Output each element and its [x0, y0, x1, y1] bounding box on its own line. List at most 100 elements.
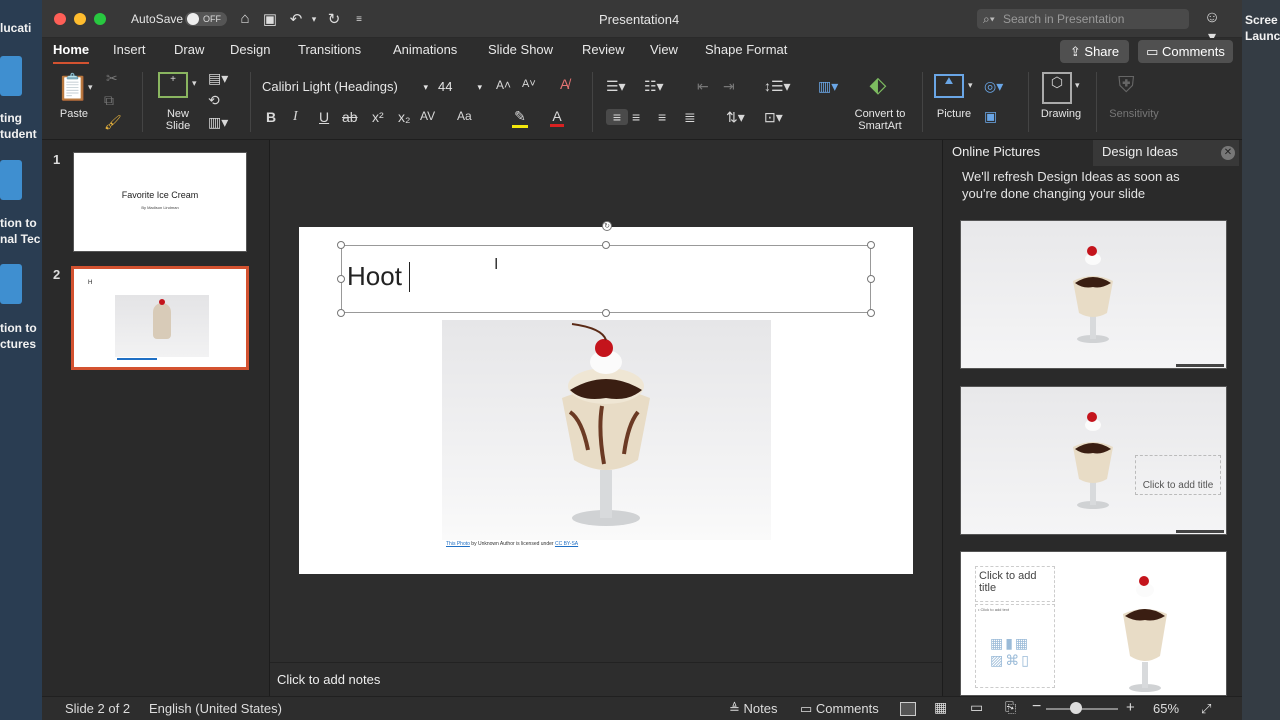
resize-handle[interactable] [867, 275, 875, 283]
license-link[interactable]: CC BY-SA [555, 541, 578, 547]
rotate-handle-icon[interactable]: ↻ [602, 221, 612, 231]
resize-handle[interactable] [867, 241, 875, 249]
design-idea-card-3[interactable]: Click to add title • Click to add text ▦… [960, 551, 1227, 696]
close-pane-icon[interactable]: ✕ [1221, 146, 1235, 160]
tab-animations[interactable]: Animations [393, 42, 457, 64]
redo-icon[interactable]: ↻ [324, 10, 344, 28]
language-indicator[interactable]: English (United States) [149, 701, 282, 716]
tab-home[interactable]: Home [53, 42, 90, 64]
resize-handle[interactable] [602, 241, 610, 249]
font-size-select[interactable]: 44 ▾ [438, 76, 486, 98]
design-idea-card-2[interactable]: Click to add title [960, 386, 1227, 535]
section-icon[interactable]: ▥▾ [208, 114, 228, 131]
home-icon[interactable]: ⌂ [235, 10, 255, 27]
slide-sorter-icon[interactable]: ▦ [934, 699, 947, 716]
zoom-level[interactable]: 65% [1153, 701, 1179, 716]
change-case-button[interactable]: Aa [457, 109, 472, 123]
resize-handle[interactable] [337, 241, 345, 249]
tab-shape-format[interactable]: Shape Format [705, 42, 787, 64]
align-left-icon[interactable]: ≡ [606, 109, 628, 125]
shrink-font-icon[interactable]: A˅ [522, 78, 536, 90]
close-window-button[interactable] [54, 13, 66, 25]
paste-dropdown-icon[interactable]: ▾ [88, 82, 93, 93]
copy-icon[interactable]: ⧉ [104, 92, 114, 109]
share-button[interactable]: ⇪ Share [1060, 40, 1129, 63]
character-spacing-button[interactable]: AV [420, 109, 435, 123]
format-painter-icon[interactable]: 🖌 [104, 114, 122, 131]
convert-smartart-label[interactable]: Convert to SmartArt [850, 108, 910, 132]
reset-icon[interactable]: ⟲ [208, 92, 220, 109]
drawing-icon[interactable]: ⬡ [1042, 72, 1072, 104]
smartart-icon[interactable]: ⬖ [860, 72, 896, 98]
picture-label[interactable]: Picture [930, 108, 978, 120]
zoom-slider-thumb[interactable] [1069, 702, 1082, 714]
tab-online-pictures[interactable]: Online Pictures [952, 144, 1040, 166]
design-idea-card-1[interactable] [960, 220, 1227, 369]
tab-design[interactable]: Design [230, 42, 270, 64]
slide-thumbnail-1[interactable]: Favorite Ice Cream By Madison Lindman [73, 152, 247, 252]
drawing-dropdown-icon[interactable]: ▾ [1075, 80, 1080, 91]
paste-label[interactable]: Paste [58, 108, 90, 120]
resize-handle[interactable] [602, 309, 610, 317]
align-text-icon[interactable]: ⊡▾ [764, 109, 783, 126]
zoom-window-button[interactable] [94, 13, 106, 25]
desktop-file-icon[interactable] [0, 160, 22, 200]
notes-placeholder[interactable]: Click to add notes [277, 672, 380, 687]
increase-indent-icon[interactable]: ⇥ [723, 78, 735, 95]
tab-slide-show[interactable]: Slide Show [488, 42, 553, 64]
tab-transitions[interactable]: Transitions [298, 42, 361, 64]
decrease-indent-icon[interactable]: ⇤ [697, 78, 709, 95]
photo-link[interactable]: This Photo [446, 541, 470, 547]
slide-editing-canvas[interactable]: Hoot I ↻ This Photo by Unknown Author is… [270, 140, 942, 662]
align-right-icon[interactable]: ≡ [658, 109, 666, 125]
sensitivity-label[interactable]: Sensitivity [1104, 108, 1164, 120]
new-slide-label[interactable]: New Slide [156, 108, 200, 132]
shapes-icon[interactable]: ◎▾ [984, 78, 1003, 95]
clear-formatting-icon[interactable]: A̸ [560, 76, 569, 92]
bold-button[interactable]: B [266, 109, 276, 125]
resize-handle[interactable] [867, 309, 875, 317]
textbox-icon[interactable]: ▣ [984, 108, 997, 125]
minimize-window-button[interactable] [74, 13, 86, 25]
tab-review[interactable]: Review [582, 42, 625, 64]
grow-font-icon[interactable]: A˄ [496, 78, 511, 92]
notes-pane[interactable]: Click to add notes [270, 662, 942, 696]
new-slide-dropdown-icon[interactable]: ▾ [192, 78, 197, 89]
title-text[interactable]: Hoot [347, 261, 409, 292]
desktop-file-icon[interactable] [0, 264, 22, 304]
normal-view-icon[interactable] [900, 702, 916, 716]
paste-icon[interactable]: 📋 [56, 72, 90, 106]
bullets-icon[interactable]: ☰▾ [606, 78, 626, 95]
search-input[interactable]: ⌕▾ Search in Presentation [977, 9, 1189, 29]
sundae-image[interactable] [442, 320, 771, 540]
customize-toolbar-icon[interactable]: ≡ [349, 14, 369, 25]
picture-dropdown-icon[interactable]: ▾ [968, 80, 973, 91]
slide-thumbnail-2[interactable]: H [71, 266, 249, 370]
tab-view[interactable]: View [650, 42, 678, 64]
fit-to-window-icon[interactable]: ⤢ [1201, 701, 1211, 717]
tab-insert[interactable]: Insert [113, 42, 146, 64]
italic-button[interactable]: I [293, 109, 298, 125]
comments-status-button[interactable]: ▭ Comments [800, 701, 879, 717]
highlight-icon[interactable]: ✎ [512, 108, 528, 128]
title-textbox[interactable]: Hoot I ↻ [337, 221, 875, 317]
font-name-select[interactable]: Calibri Light (Headings) ▾ [262, 76, 432, 98]
notes-button[interactable]: ≜ Notes [729, 701, 777, 717]
numbering-icon[interactable]: ☷▾ [644, 78, 664, 95]
zoom-out-icon[interactable]: − [1032, 698, 1041, 716]
subscript-button[interactable]: x₂ [398, 109, 410, 125]
line-spacing-icon[interactable]: ↕☰▾ [764, 78, 791, 95]
desktop-file-icon[interactable] [0, 56, 22, 96]
resize-handle[interactable] [337, 309, 345, 317]
save-icon[interactable]: ▣ [260, 10, 280, 28]
justify-icon[interactable]: ≣ [684, 109, 696, 126]
text-direction-icon[interactable]: ⇅▾ [726, 109, 745, 126]
undo-icon[interactable]: ↶ [286, 10, 306, 28]
columns-icon[interactable]: ▥▾ [818, 78, 838, 95]
undo-dropdown-icon[interactable]: ▾ [304, 14, 324, 25]
picture-icon[interactable]: ⛰ [934, 74, 964, 98]
drawing-label[interactable]: Drawing [1036, 108, 1086, 120]
zoom-slider-track[interactable] [1046, 708, 1118, 710]
strikethrough-button[interactable]: ab [342, 109, 358, 125]
current-slide[interactable]: Hoot I ↻ This Photo by Unknown Author is… [299, 221, 913, 574]
